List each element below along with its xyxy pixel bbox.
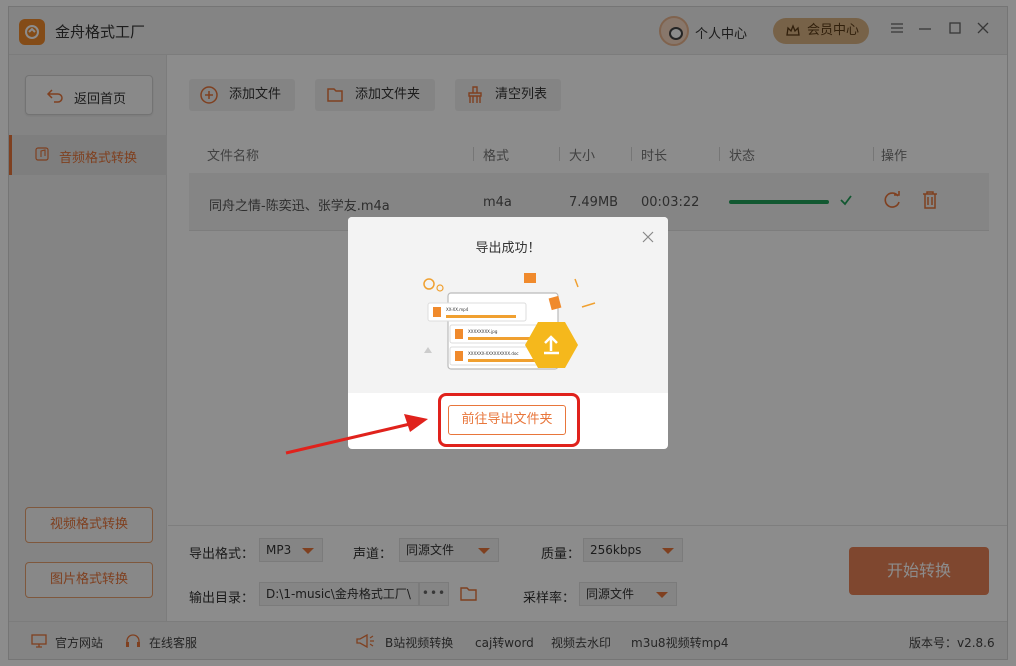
annotation-arrow-icon xyxy=(285,414,428,455)
